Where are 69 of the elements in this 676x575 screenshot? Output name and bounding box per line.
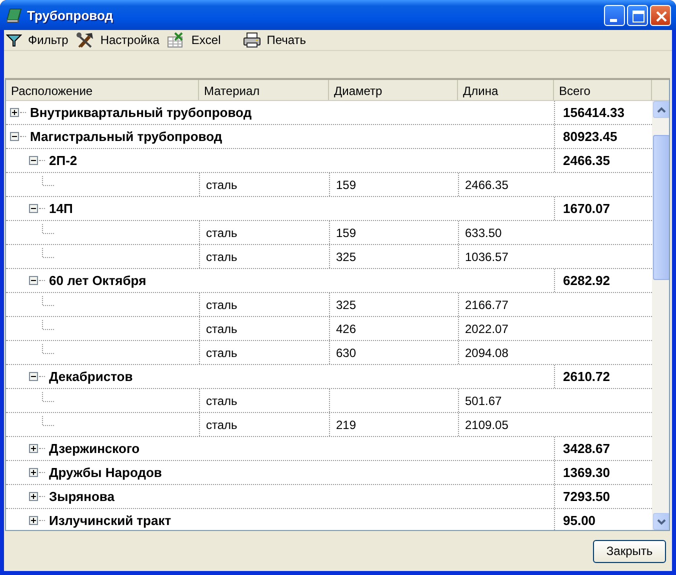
column-header[interactable]: Всего [554,80,652,100]
expand-icon[interactable] [29,468,38,477]
funnel-icon [6,32,22,48]
table-cell: 630 [329,341,458,364]
collapse-icon[interactable] [29,372,38,381]
table-cell: сталь [199,413,329,436]
toolbar-button[interactable]: Настройка [76,32,164,48]
table-cell: 159 [329,221,458,244]
expand-icon[interactable] [29,516,38,525]
tree-line [42,224,54,234]
tree-node-label[interactable]: Зырянова [49,489,114,504]
column-header[interactable]: Длина [458,80,554,100]
table-cell: сталь [199,317,329,340]
tree-node-label[interactable]: Дзержинского [49,441,140,456]
tree-node-label[interactable]: Дружбы Народов [49,465,162,480]
tree-node-label[interactable]: Декабристов [49,369,133,384]
close-button[interactable] [650,4,671,26]
table-cell: сталь [199,293,329,316]
collapse-icon[interactable] [29,276,38,285]
expand-icon[interactable] [29,492,38,501]
scroll-thumb[interactable] [653,135,669,280]
table-cell: сталь [199,389,329,412]
table-cell: 325 [329,293,458,316]
book-icon [6,7,22,23]
scroll-up-button[interactable] [653,101,669,118]
collapse-icon[interactable] [29,156,38,165]
expand-icon[interactable] [29,444,38,453]
tree-node-label[interactable]: Магистральный трубопровод [30,129,222,144]
tree-line [42,392,54,402]
toolbar-button[interactable]: Фильтр [6,32,72,48]
minimize-icon [610,18,617,22]
close-dialog-button[interactable]: Закрыть [593,540,666,562]
column-header[interactable]: Материал [199,80,329,100]
table-cell: 426 [329,317,458,340]
tree-node-label[interactable]: 14П [49,201,73,216]
window-title: Трубопровод [27,8,114,22]
tree-node-label[interactable]: Излучинский тракт [49,513,172,528]
tree-line [42,416,54,426]
tree-node-label[interactable]: 60 лет Октября [49,273,146,288]
maximize-button[interactable] [627,4,648,26]
table-cell: сталь [199,245,329,268]
tree-line [42,296,54,306]
tree-node-label[interactable]: Внутриквартальный трубопровод [30,105,252,120]
table-cell: сталь [199,173,329,196]
tree-line [42,320,54,330]
table-cell: 219 [329,413,458,436]
table-cell: сталь [199,221,329,244]
table-cell: 159 [329,173,458,196]
column-header[interactable]: Диаметр [329,80,458,100]
tools-icon [76,32,94,48]
toolbar-button[interactable]: Печать [242,32,310,48]
collapse-icon[interactable] [10,132,19,141]
tree-line [42,176,54,186]
expand-icon[interactable] [10,108,19,117]
scrollbar[interactable] [652,101,669,530]
tree-node-label[interactable]: 2П-2 [49,153,78,168]
toolbar-button[interactable]: Excel [167,32,225,48]
tree-line [42,248,54,258]
spreadsheet-icon [167,32,186,48]
column-header[interactable]: Расположение [6,80,199,100]
tree-line [42,344,54,354]
minimize-button[interactable] [604,4,625,26]
table-cell: 325 [329,245,458,268]
table-cell: сталь [199,341,329,364]
printer-icon [242,32,261,48]
chevron-down-icon [657,518,666,524]
chevron-up-icon [657,106,666,112]
collapse-icon[interactable] [29,204,38,213]
scroll-down-button[interactable] [653,513,669,530]
